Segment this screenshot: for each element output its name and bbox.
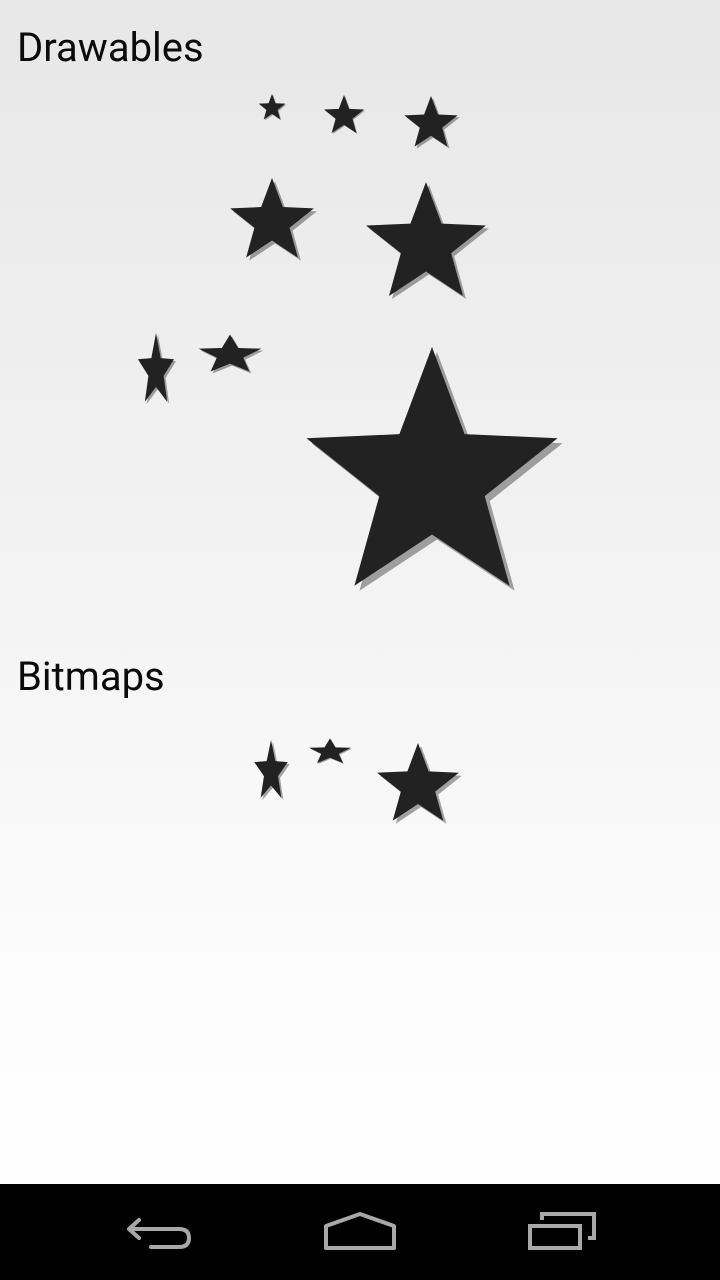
star-drawable-5-icon xyxy=(366,182,489,299)
star-drawable-1-icon xyxy=(258,94,287,121)
section-title-drawables: Drawables xyxy=(17,24,204,71)
star-drawable-4-icon xyxy=(230,178,317,261)
home-button[interactable] xyxy=(305,1200,415,1264)
star-drawable-4-shape xyxy=(230,178,314,258)
section-title-bitmaps: Bitmaps xyxy=(17,653,165,700)
navigation-bar xyxy=(0,1184,720,1280)
star-bitmap-1-icon xyxy=(254,740,290,800)
star-bitmap-3-icon xyxy=(377,743,462,824)
star-drawable-8-shape xyxy=(306,347,558,586)
star-drawable-3-icon xyxy=(404,96,460,149)
star-bitmap-2-shape xyxy=(309,738,351,764)
star-drawable-5-shape xyxy=(366,182,486,296)
back-arrow-icon xyxy=(127,1218,192,1249)
star-bitmap-2-icon xyxy=(309,738,352,765)
star-bitmap-3-shape xyxy=(377,743,459,821)
recent-apps-button[interactable] xyxy=(507,1200,617,1264)
star-drawable-7-icon xyxy=(198,334,264,374)
home-icon xyxy=(324,1212,396,1250)
recent-apps-icon xyxy=(528,1212,596,1250)
star-drawable-2-icon xyxy=(324,95,365,134)
star-drawable-2-shape xyxy=(324,95,364,133)
star-drawable-8-icon xyxy=(306,347,563,591)
back-button[interactable] xyxy=(105,1200,215,1264)
